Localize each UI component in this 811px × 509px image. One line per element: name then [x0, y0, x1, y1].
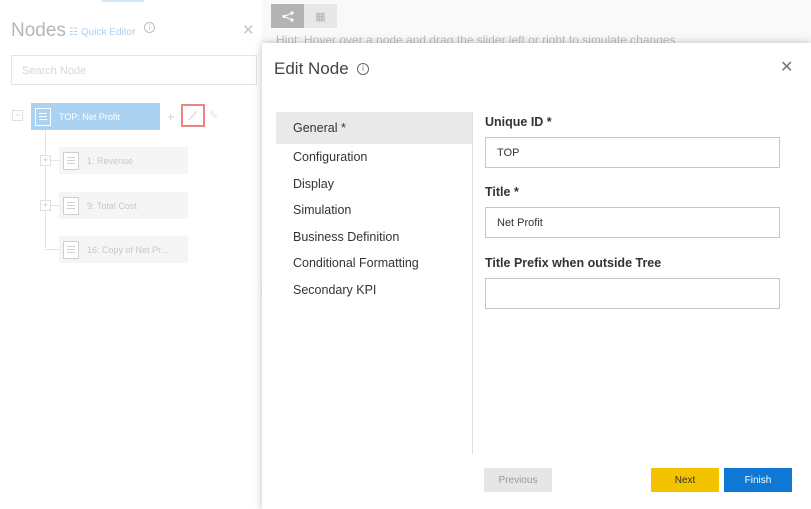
edit-node-button[interactable] [181, 104, 205, 127]
title-prefix-field[interactable] [485, 278, 780, 309]
nav-item-conditional-formatting[interactable]: Conditional Formatting [276, 250, 472, 277]
finish-button[interactable]: Finish [724, 468, 792, 492]
close-icon[interactable]: ✕ [780, 57, 793, 77]
title-prefix-label: Title Prefix when outside Tree [485, 256, 662, 270]
tree-node[interactable]: 1: Revenue [59, 147, 188, 174]
next-button[interactable]: Next [651, 468, 719, 492]
pencil-icon [188, 110, 198, 121]
tree-connector [51, 160, 59, 161]
quick-editor-icon: ☷ [69, 27, 78, 38]
settings-nav: General * Configuration Display Simulati… [276, 112, 472, 303]
node-icon [63, 151, 79, 170]
nav-item-simulation[interactable]: Simulation [276, 197, 472, 224]
grid-icon: ▦ [315, 10, 326, 23]
collapse-toggle[interactable]: − [12, 110, 23, 121]
previous-button[interactable]: Previous [484, 468, 552, 492]
tree-node[interactable]: 16: Copy of Net Pr... [59, 236, 188, 263]
table-view-button[interactable]: ▦ [304, 4, 337, 28]
nodes-title: Nodes [11, 20, 66, 41]
quick-editor-label: Quick Editor [80, 27, 136, 38]
tree-node-label: 9: Total Cost [87, 200, 137, 211]
dialog-title: Edit Node [274, 59, 349, 78]
expand-toggle[interactable]: + [40, 155, 51, 166]
view-toggle: ▦ [271, 4, 337, 28]
node-icon [63, 240, 79, 259]
tree-connector [45, 130, 46, 248]
general-form: Unique ID * Title * Title Prefix when ou… [485, 115, 780, 309]
title-label: Title * [485, 185, 519, 199]
tree-node-label: 1: Revenue [87, 155, 134, 166]
nav-item-business-definition[interactable]: Business Definition [276, 224, 472, 251]
title-field[interactable] [485, 207, 780, 238]
search-node-input[interactable]: Search Node [11, 55, 257, 85]
node-icon [63, 196, 79, 215]
nav-item-display[interactable]: Display [276, 171, 472, 198]
info-icon[interactable]: i [357, 63, 369, 75]
expand-toggle[interactable]: + [40, 200, 51, 211]
nav-item-secondary-kpi[interactable]: Secondary KPI [276, 277, 472, 304]
edit-node-dialog: Edit Node i ✕ General * Configuration Di… [262, 43, 811, 509]
tree-node-label: TOP: Net Profit [59, 111, 120, 122]
tree-connector [45, 249, 59, 250]
tree-view-button[interactable] [271, 4, 304, 28]
close-icon[interactable]: ✕ [242, 21, 255, 39]
pencil-icon[interactable]: ✎ [209, 109, 218, 122]
info-icon[interactable]: i [144, 22, 155, 33]
tree-node[interactable]: 9: Total Cost [59, 192, 188, 219]
unique-id-field[interactable] [485, 137, 780, 168]
node-icon [35, 107, 51, 126]
nav-item-general[interactable]: General * [276, 112, 472, 144]
divider [472, 112, 473, 454]
nodes-panel: Nodes ☷ Quick Editor i ✕ Search Node − T… [0, 0, 266, 509]
nav-item-configuration[interactable]: Configuration [276, 144, 472, 171]
quick-editor-link[interactable]: ☷ Quick Editor [69, 27, 135, 38]
tree-node-top[interactable]: TOP: Net Profit [31, 103, 160, 130]
tree-connector [51, 205, 59, 206]
tree-view-icon [281, 10, 294, 22]
tree-node-label: 16: Copy of Net Pr... [87, 244, 169, 255]
add-node-icon[interactable]: + [167, 109, 175, 124]
unique-id-label: Unique ID * [485, 115, 552, 129]
